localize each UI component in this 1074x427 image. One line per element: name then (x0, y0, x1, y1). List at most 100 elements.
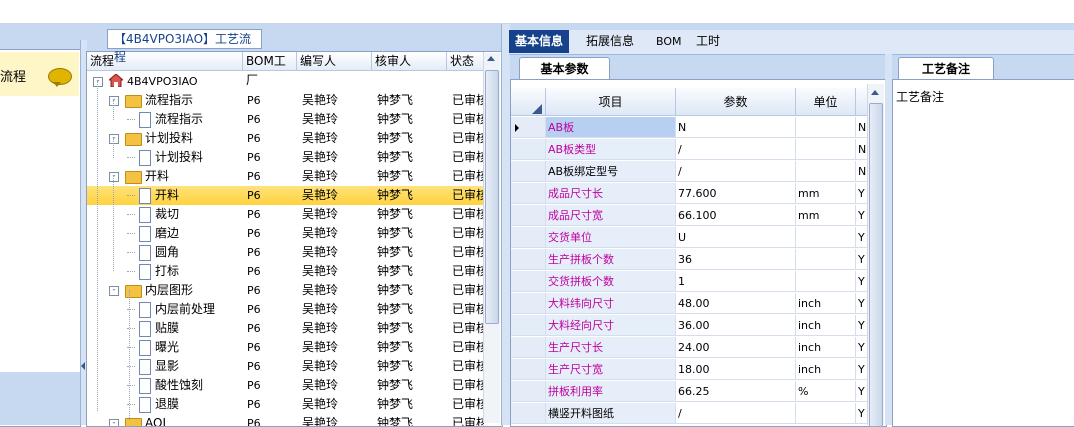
tree-scrollbar-thumb[interactable] (485, 70, 499, 324)
tree-row[interactable]: 贴膜 P6 吴艳玲 钟梦飞 已审核 (87, 319, 484, 338)
grid-cell-value[interactable]: / (676, 161, 796, 182)
grid-cell-unit[interactable] (796, 249, 856, 270)
collapse-icon[interactable]: - (93, 77, 103, 87)
grid-row[interactable]: 交货拼板个数 1 Y (511, 271, 868, 293)
grid-cell-unit[interactable] (796, 139, 856, 160)
grid-cell-value[interactable]: 36 (676, 249, 796, 270)
grid-col-value[interactable]: 参数 (676, 88, 796, 116)
tree-row[interactable]: 酸性蚀刻 P6 吴艳玲 钟梦飞 已审核 (87, 376, 484, 395)
collapse-icon[interactable]: - (109, 419, 119, 426)
row-indicator[interactable] (511, 139, 546, 160)
row-indicator[interactable] (511, 337, 546, 358)
row-indicator[interactable] (511, 227, 546, 248)
row-indicator[interactable] (511, 403, 546, 424)
grid-row[interactable]: AB板 N N (511, 117, 868, 139)
grid-cell-unit[interactable] (796, 161, 856, 182)
tree-row[interactable]: - 开料 P6 吴艳玲 钟梦飞 已审核 (87, 167, 484, 186)
tree-row[interactable]: 计划投料 P6 吴艳玲 钟梦飞 已审核 (87, 148, 484, 167)
grid-cell-value[interactable]: N (676, 117, 796, 138)
grid-scroll-up-icon[interactable] (871, 90, 879, 95)
tree-row[interactable]: 曝光 P6 吴艳玲 钟梦飞 已审核 (87, 338, 484, 357)
tree-row[interactable]: - 流程指示 P6 吴艳玲 钟梦飞 已审核 (87, 91, 484, 110)
grid-cell-unit[interactable] (796, 117, 856, 138)
tree-row[interactable]: - 4B4VPO3IAO (87, 72, 484, 91)
row-indicator[interactable] (511, 381, 546, 402)
grid-cell-value[interactable]: 48.00 (676, 293, 796, 314)
collapse-icon[interactable]: - (109, 134, 119, 144)
grid-cell-value[interactable]: 66.100 (676, 205, 796, 226)
tree-col-author[interactable]: 编写人 (297, 52, 372, 71)
grid-cell-unit[interactable] (796, 403, 856, 424)
grid-row[interactable]: 横竖开料图纸 / Y (511, 403, 868, 425)
tab-basic-params[interactable]: 基本参数 (519, 57, 610, 80)
grid-cell-unit[interactable]: inch (796, 359, 856, 380)
grid-cell-unit[interactable]: inch (796, 315, 856, 336)
row-indicator[interactable] (511, 205, 546, 226)
row-indicator[interactable] (511, 161, 546, 182)
right-splitter[interactable] (885, 54, 892, 425)
tree-row[interactable]: - AOI P6 吴艳玲 钟梦飞 已审核 (87, 414, 484, 426)
grid-scrollbar-thumb[interactable] (869, 103, 883, 427)
grid-row[interactable]: 拼板利用率 66.25% Y (511, 381, 868, 403)
grid-row[interactable]: 大料经向尺寸 36.00 inch Y (511, 315, 868, 337)
grid-row[interactable]: AB板绑定型号 / N (511, 161, 868, 183)
row-indicator[interactable] (511, 249, 546, 270)
grid-cell-value[interactable]: 36.00 (676, 315, 796, 336)
grid-row[interactable]: 交货单位 U Y (511, 227, 868, 249)
grid-cell-value[interactable]: 1 (676, 271, 796, 292)
tree-col-factory[interactable]: BOM工厂 (243, 52, 297, 87)
row-indicator[interactable] (511, 183, 546, 204)
tree-row[interactable]: 显影 P6 吴艳玲 钟梦飞 已审核 (87, 357, 484, 376)
tree-col-flow[interactable]: 流程 (87, 52, 243, 71)
grid-cell-value[interactable]: 66.25 (676, 381, 796, 402)
top-splitter-grip[interactable] (758, 22, 824, 33)
tree-row[interactable]: 流程指示 P6 吴艳玲 钟梦飞 已审核 (87, 110, 484, 129)
grid-cell-unit[interactable]: inch (796, 337, 856, 358)
grid-cell-value[interactable]: U (676, 227, 796, 248)
grid-row[interactable]: AB板类型 / N (511, 139, 868, 161)
grid-row[interactable]: 生产拼板个数 36 Y (511, 249, 868, 271)
tab-process-remarks[interactable]: 工艺备注 (898, 57, 994, 80)
grid-cell-unit[interactable]: inch (796, 293, 856, 314)
grid-row[interactable]: 生产尺寸长 24.00 inch Y (511, 337, 868, 359)
grid-row[interactable]: 生产尺寸宽 18.00 inch Y (511, 359, 868, 381)
row-indicator[interactable] (511, 271, 546, 292)
grid-cell-unit[interactable] (796, 227, 856, 248)
grid-cell-unit[interactable]: mm (796, 183, 856, 204)
tree-row[interactable]: 磨边 P6 吴艳玲 钟梦飞 已审核 (87, 224, 484, 243)
tab-basic-info[interactable]: 基本信息 (509, 30, 570, 53)
row-indicator[interactable] (511, 293, 546, 314)
grid-cell-value[interactable]: 24.00 (676, 337, 796, 358)
tree-row[interactable]: 退膜 P6 吴艳玲 钟梦飞 已审核 (87, 395, 484, 414)
tree-row[interactable]: 圆角 P6 吴艳玲 钟梦飞 已审核 (87, 243, 484, 262)
collapse-left-icon[interactable] (81, 362, 85, 370)
grid-cell-value[interactable]: / (676, 139, 796, 160)
tree-row[interactable]: 裁切 P6 吴艳玲 钟梦飞 已审核 (87, 205, 484, 224)
grid-cell-value[interactable]: 77.600 (676, 183, 796, 204)
grid-cell-unit[interactable]: mm (796, 205, 856, 226)
grid-row[interactable]: 成品尺寸长 77.600 mm Y (511, 183, 868, 205)
tree-row[interactable]: 内层前处理 P6 吴艳玲 钟梦飞 已审核 (87, 300, 484, 319)
tree-col-status[interactable]: 状态 (447, 52, 484, 71)
tree-scroll-up-icon[interactable] (487, 56, 495, 61)
collapse-icon[interactable]: - (109, 172, 119, 182)
grid-row[interactable]: 成品尺寸宽 66.100 mm Y (511, 205, 868, 227)
tab-bom[interactable]: BOM (650, 30, 688, 53)
tree-row[interactable]: - 内层图形 P6 吴艳玲 钟梦飞 已审核 (87, 281, 484, 300)
comment-bubble-icon[interactable] (48, 68, 72, 87)
grid-row[interactable]: 大料纬向尺寸 48.00 inch Y (511, 293, 868, 315)
collapse-icon[interactable]: - (109, 96, 119, 106)
row-indicator[interactable] (511, 359, 546, 380)
grid-cell-value[interactable]: 18.00 (676, 359, 796, 380)
collapse-icon[interactable]: - (109, 286, 119, 296)
tab-extended-info[interactable]: 拓展信息 (580, 30, 640, 53)
tree-row[interactable]: 开料 P6 吴艳玲 钟梦飞 已审核 (87, 186, 484, 205)
tree-row[interactable]: 打标 P6 吴艳玲 钟梦飞 已审核 (87, 262, 484, 281)
grid-cell-unit[interactable]: % (796, 381, 856, 402)
row-indicator[interactable] (511, 315, 546, 336)
tree-row[interactable]: - 计划投料 P6 吴艳玲 钟梦飞 已审核 (87, 129, 484, 148)
remarks-panel[interactable] (892, 79, 1074, 427)
grid-cell-value[interactable]: / (676, 403, 796, 424)
center-splitter[interactable] (501, 24, 510, 425)
tree-col-reviewer[interactable]: 核审人 (372, 52, 447, 71)
